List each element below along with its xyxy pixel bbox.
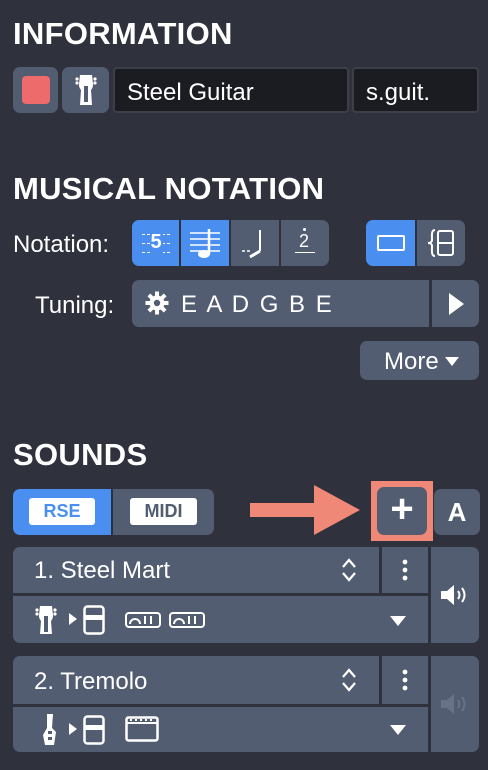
single-staff-toggle[interactable] (366, 220, 415, 266)
sound-2-menu-button[interactable] (382, 656, 428, 704)
sound-1-name: 1. Steel Mart (34, 557, 171, 584)
chevron-down-icon (390, 616, 406, 626)
speaker-icon (441, 694, 466, 714)
acoustic-guitar-icon (74, 75, 97, 105)
chevron-down-icon (390, 725, 406, 735)
multi-staff-toggle[interactable] (417, 220, 465, 266)
amp-icon (83, 605, 105, 635)
slash-notation-toggle[interactable] (231, 220, 279, 266)
instrument-icon-button[interactable] (62, 67, 109, 113)
up-down-chevron-icon (342, 668, 356, 692)
up-down-chevron-icon (342, 558, 356, 582)
short-name-value: s.guit. (366, 79, 431, 106)
highlight-arrow (250, 485, 360, 535)
chain-arrow-icon (69, 613, 77, 625)
numbered-notation-toggle[interactable]: 2 (281, 220, 329, 266)
sound-1-menu-button[interactable] (382, 547, 428, 593)
more-vertical-icon (402, 669, 408, 691)
midi-tab[interactable]: MIDI (113, 489, 214, 535)
speaker-icon (441, 585, 466, 605)
plus-icon: + (390, 487, 414, 531)
notation-heading: MUSICAL NOTATION (13, 171, 325, 206)
rse-label: RSE (29, 498, 95, 525)
notation-label: Notation: (13, 231, 110, 258)
standard-notation-toggle[interactable] (181, 220, 229, 266)
information-heading: INFORMATION (13, 16, 233, 51)
sound-1-volume-toggle[interactable] (431, 547, 479, 643)
short-name-field[interactable]: s.guit. (352, 67, 479, 113)
add-sound-button[interactable]: + (377, 487, 427, 535)
more-vertical-icon (402, 559, 408, 581)
cabinet-icon (125, 716, 159, 742)
track-name-value: Steel Guitar (127, 79, 254, 106)
tuning-label: Tuning: (35, 292, 115, 319)
track-color-button[interactable] (13, 67, 58, 113)
sound-2-name-selector[interactable]: 2. Tremolo (13, 656, 379, 704)
auto-sound-button[interactable]: A (434, 489, 480, 535)
tuning-value: E A D G B E (181, 291, 334, 318)
tuning-selector[interactable]: E A D G B E (132, 280, 429, 327)
more-label: More (384, 348, 439, 375)
chain-arrow-icon (69, 723, 77, 735)
tuning-play-button[interactable] (432, 280, 479, 327)
effect-knob-icon (125, 612, 161, 628)
sound-1-name-selector[interactable]: 1. Steel Mart (13, 547, 379, 593)
sounds-heading: SOUNDS (13, 437, 148, 472)
color-swatch (21, 76, 50, 104)
single-staff-icon (376, 235, 405, 251)
effect-knob-icon (169, 612, 205, 628)
standard-notation-icon (190, 229, 220, 258)
sound-2-signal-chain[interactable] (13, 707, 428, 752)
slash-notation-icon (242, 230, 261, 259)
acoustic-guitar-icon (35, 606, 57, 634)
sound-1-signal-chain[interactable] (13, 596, 428, 643)
gear-icon (145, 291, 169, 320)
tablature-icon: 5 (141, 228, 170, 258)
play-icon (448, 292, 464, 315)
tablature-toggle[interactable]: 5 (132, 220, 179, 266)
more-button[interactable]: More (360, 341, 479, 380)
numbered-notation-icon: 2 (295, 228, 315, 258)
amp-icon (83, 715, 105, 745)
rse-tab[interactable]: RSE (13, 489, 111, 535)
auto-label: A (447, 496, 467, 527)
chevron-down-icon (445, 357, 459, 366)
midi-label: MIDI (130, 498, 197, 525)
sound-2-name: 2. Tremolo (34, 668, 148, 695)
electric-guitar-icon (43, 714, 56, 745)
brace-staff-icon (427, 229, 454, 257)
track-name-field[interactable]: Steel Guitar (113, 67, 349, 113)
sound-2-volume-toggle[interactable] (431, 656, 479, 752)
